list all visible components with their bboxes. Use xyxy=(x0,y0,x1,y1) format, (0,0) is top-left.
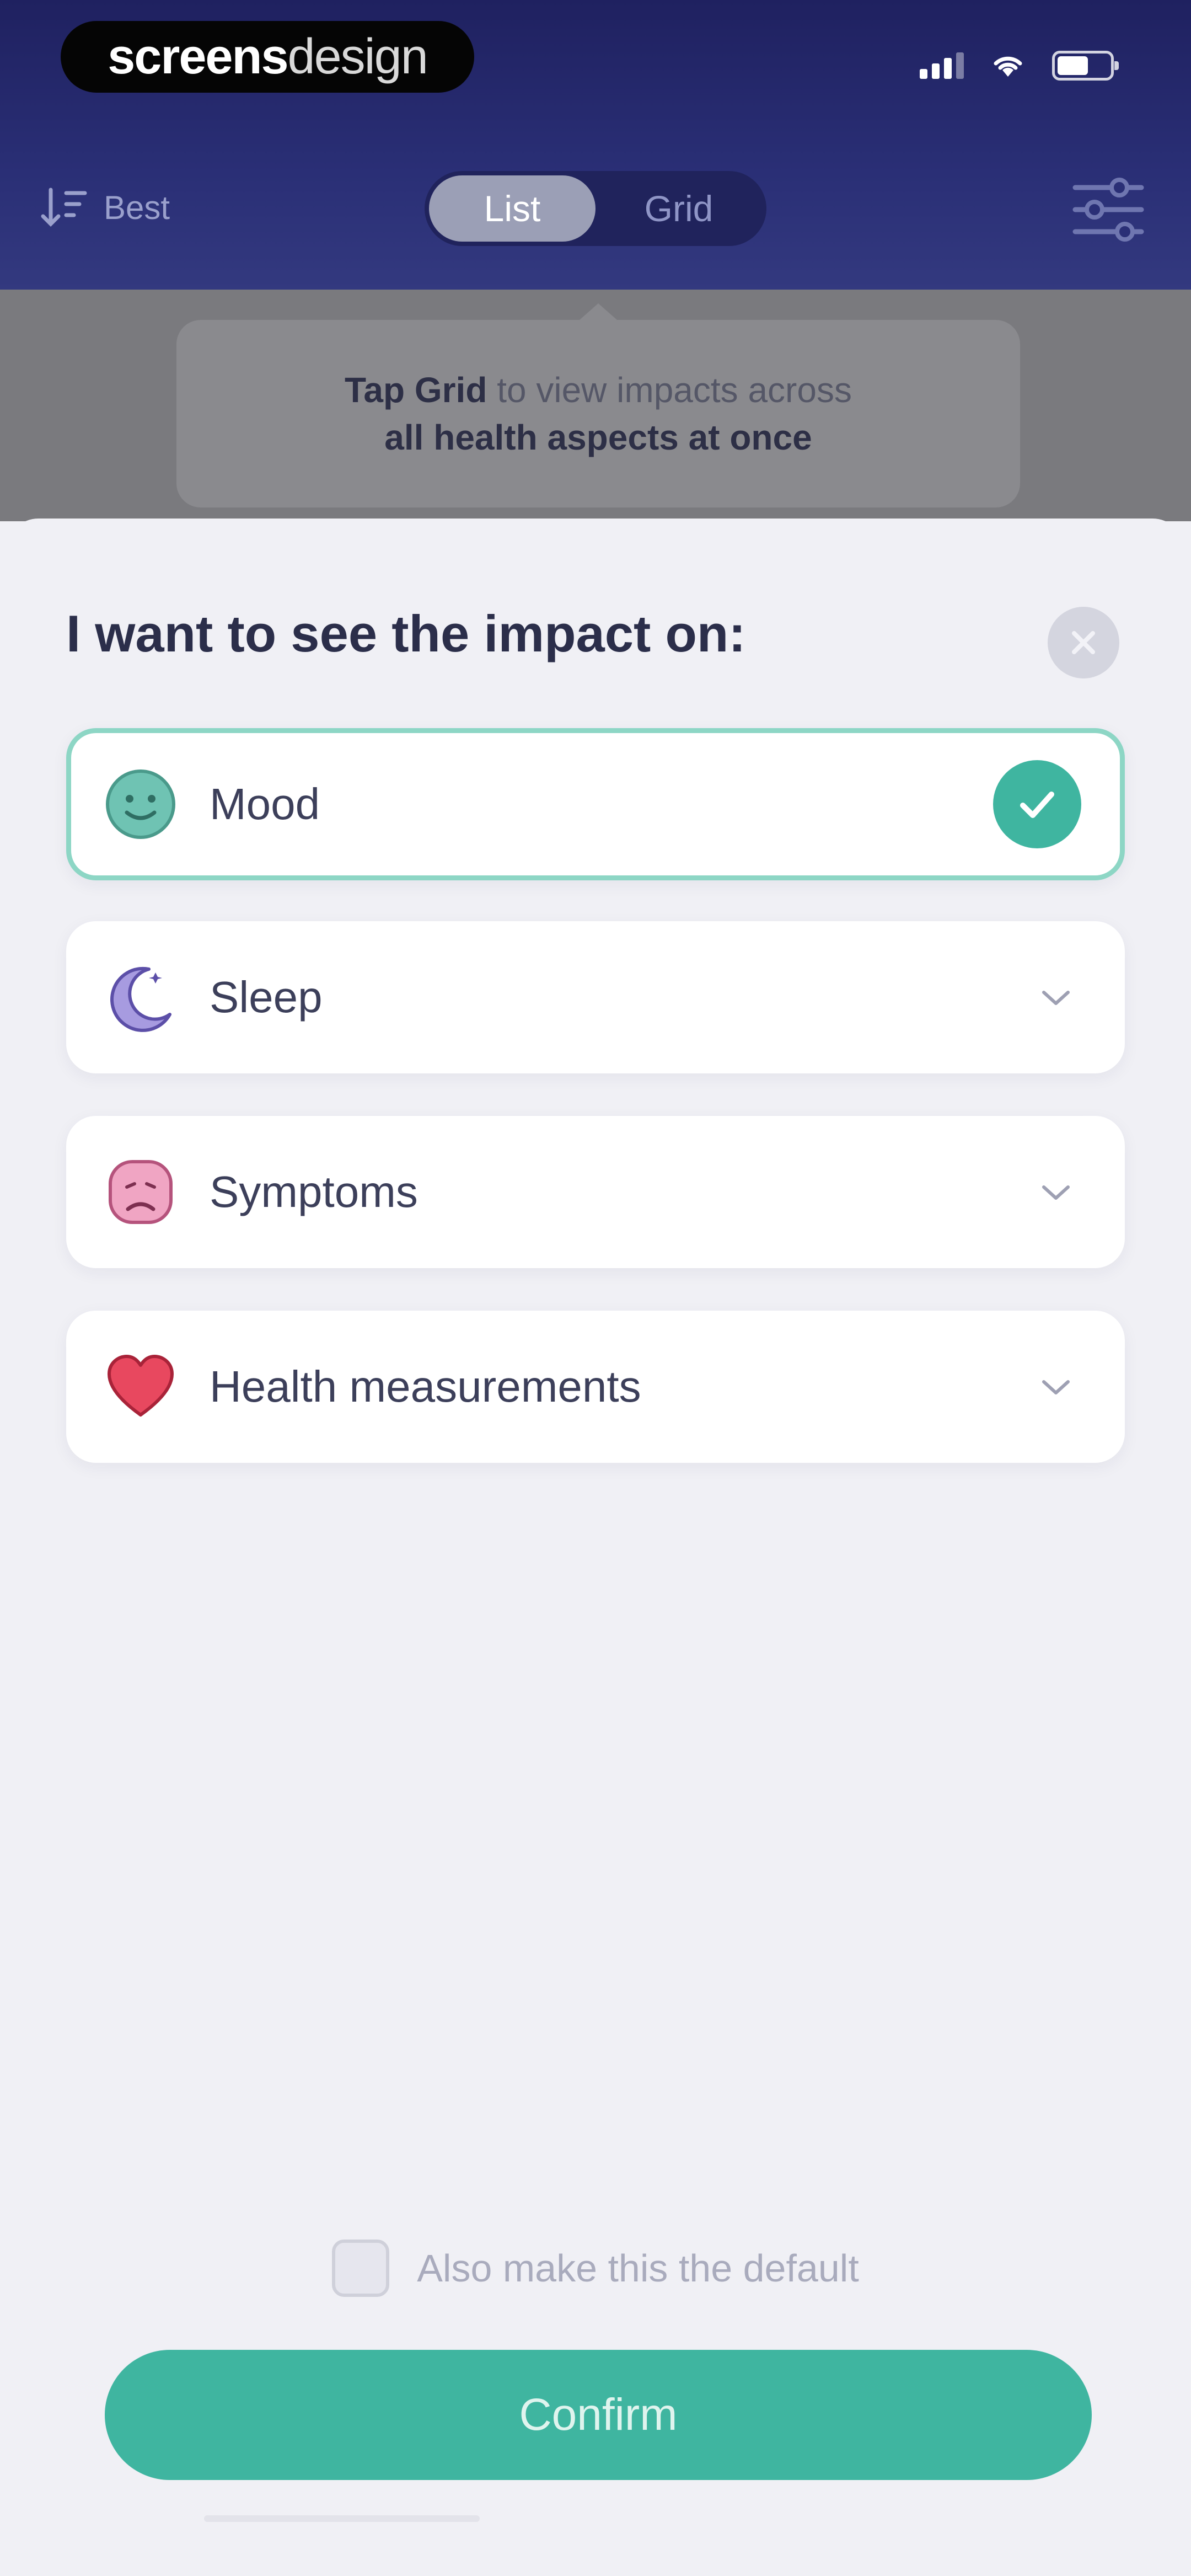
chevron-down-icon xyxy=(1042,1380,1070,1394)
smiley-face-icon xyxy=(106,769,175,839)
confirm-button[interactable]: Confirm xyxy=(105,2350,1092,2480)
wifi-icon xyxy=(994,56,1022,77)
close-button[interactable] xyxy=(1048,607,1119,678)
filter-sliders-icon[interactable] xyxy=(1070,171,1147,248)
heart-icon xyxy=(108,1355,174,1417)
cellular-signal-icon xyxy=(920,52,964,79)
tooltip-line-2: all health aspects at once xyxy=(384,418,812,457)
tooltip-line-1: Tap Grid to view impacts across xyxy=(345,370,852,410)
option-sleep[interactable]: Sleep xyxy=(66,921,1125,1073)
status-bar xyxy=(920,51,1119,81)
sheet-title: I want to see the impact on: xyxy=(66,605,746,662)
close-icon xyxy=(1072,631,1095,654)
brand-bold: screens xyxy=(108,29,288,84)
impact-bottom-sheet: I want to see the impact on: Mood Sleep … xyxy=(6,519,1185,2576)
default-option-row: Also make this the default xyxy=(6,2240,1185,2297)
chevron-down-icon xyxy=(1042,1185,1070,1200)
view-segmented-control: List Grid xyxy=(425,171,766,246)
moon-icon xyxy=(110,966,171,1032)
selected-check xyxy=(993,760,1081,848)
grid-hint-tooltip: Tap Grid to view impacts across all heal… xyxy=(176,303,1020,507)
option-symptoms[interactable]: Symptoms xyxy=(66,1116,1125,1268)
sad-face-icon xyxy=(109,1160,173,1224)
battery-icon xyxy=(1052,51,1119,81)
option-label-mood: Mood xyxy=(210,779,320,829)
option-health-measurements[interactable]: Health measurements xyxy=(66,1311,1125,1463)
option-label-symptoms: Symptoms xyxy=(210,1167,418,1216)
option-mood[interactable]: Mood xyxy=(66,728,1125,880)
option-label-sleep: Sleep xyxy=(210,972,323,1022)
brand-thin: design xyxy=(287,29,428,84)
home-indicator xyxy=(204,2515,480,2522)
segment-list[interactable]: List xyxy=(429,175,596,242)
chevron-down-icon xyxy=(1042,991,1070,1005)
sort-label: Best xyxy=(104,189,170,226)
sort-icon xyxy=(41,188,87,227)
option-label-health-measurements: Health measurements xyxy=(210,1362,641,1411)
sort-button[interactable]: Best xyxy=(39,185,170,229)
default-checkbox[interactable] xyxy=(332,2240,390,2297)
top-bar: screens design Best List Grid xyxy=(0,0,1191,290)
brand-watermark: screens design xyxy=(61,21,474,93)
checkmark-icon xyxy=(1020,792,1054,818)
app-screen: screens design Best List Grid Tap Grid t… xyxy=(0,0,1191,2576)
segment-grid[interactable]: Grid xyxy=(596,175,762,242)
default-label[interactable]: Also make this the default xyxy=(417,2246,859,2290)
